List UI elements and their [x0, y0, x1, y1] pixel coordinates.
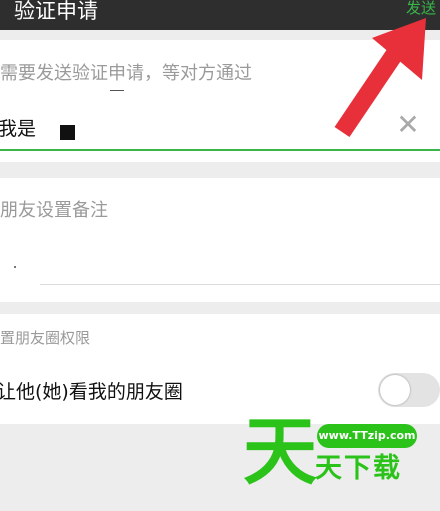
remark-input[interactable]	[0, 248, 440, 286]
remark-card: 朋友设置备注	[0, 178, 440, 302]
input-underline	[0, 149, 440, 151]
moments-card: 置朋友圈权限 让他(她)看我的朋友圈	[0, 314, 440, 424]
send-button[interactable]: 发送	[406, 0, 436, 18]
moments-toggle-label: 让他(她)看我的朋友圈	[0, 381, 183, 403]
close-icon[interactable]: ✕	[393, 110, 423, 140]
remark-text-mark	[14, 266, 16, 268]
request-card: 需要发送验证申请，等对方通过 我是 ✕	[0, 40, 440, 162]
request-message-input[interactable]: 我是 ✕	[0, 100, 440, 152]
redaction-mark	[60, 125, 75, 140]
toggle-knob	[380, 375, 410, 405]
moments-toggle-row: 让他(她)看我的朋友圈	[0, 372, 440, 412]
moments-toggle-switch[interactable]	[378, 373, 440, 407]
request-hint: 需要发送验证申请，等对方通过	[0, 63, 252, 84]
watermark-text: 天下载	[315, 453, 402, 484]
site-watermark: 天 www.TTzip.com 天下载	[243, 412, 423, 497]
request-message-text: 我是	[0, 118, 37, 140]
remark-hint: 朋友设置备注	[0, 200, 108, 221]
remark-underline	[40, 284, 440, 285]
text-cursor-mark	[110, 90, 124, 91]
watermark-url: www.TTzip.com	[317, 424, 417, 448]
watermark-big-char: 天	[243, 409, 317, 495]
moments-hint: 置朋友圈权限	[0, 329, 91, 347]
page-title: 验证申请	[14, 0, 98, 23]
top-bar: 验证申请 发送	[0, 0, 440, 30]
